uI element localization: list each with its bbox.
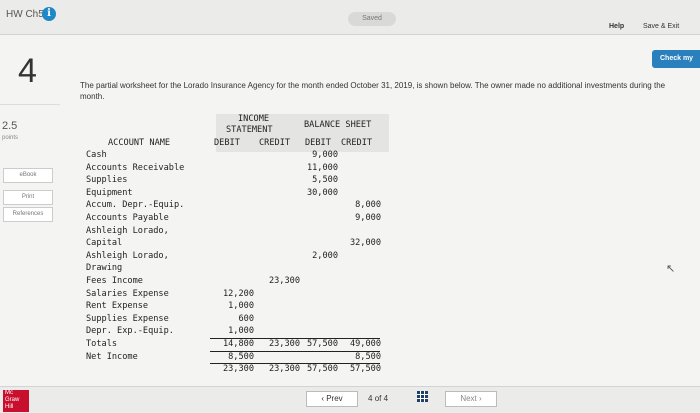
bs-debit-cell: 11,000 bbox=[306, 162, 338, 173]
account-name-cell: Totals bbox=[86, 339, 118, 349]
mcgraw-hill-logo: Mc Graw Hill bbox=[3, 390, 29, 412]
bs-debit-cell: 2,000 bbox=[312, 250, 338, 261]
next-button[interactable]: Next › bbox=[445, 391, 497, 407]
bs-credit-cell: 8,000 bbox=[355, 200, 381, 211]
account-name-cell: Accounts Receivable bbox=[86, 162, 185, 173]
header-bs-debit: DEBIT bbox=[305, 138, 331, 148]
sidebar-divider bbox=[0, 104, 60, 105]
help-link[interactable]: Help bbox=[609, 23, 624, 30]
is-debit-cell: 14,800 bbox=[222, 339, 254, 349]
page-current: 4 bbox=[368, 394, 373, 403]
header-statement: STATEMENT bbox=[226, 125, 273, 135]
cursor-icon: ↖ bbox=[666, 263, 676, 275]
account-name-cell: Ashleigh Lorado, bbox=[86, 225, 169, 236]
account-name-cell: Supplies Expense bbox=[86, 313, 169, 324]
header-balance-sheet: BALANCE SHEET bbox=[304, 120, 372, 130]
header-income: INCOME bbox=[238, 114, 270, 124]
total-rule bbox=[210, 350, 380, 352]
saved-status-badge: Saved bbox=[348, 12, 396, 26]
is-credit-cell: 23,300 bbox=[268, 276, 300, 286]
bs-credit-cell: 32,000 bbox=[349, 238, 381, 249]
account-name-cell: Depr. Exp.-Equip. bbox=[86, 326, 174, 337]
account-name-cell: Equipment bbox=[86, 187, 133, 198]
info-icon[interactable]: i bbox=[42, 7, 56, 21]
logo-line: Hill bbox=[5, 404, 14, 410]
account-name-cell: Accum. Depr.-Equip. bbox=[86, 200, 185, 211]
bs-debit-cell: 5,500 bbox=[312, 175, 338, 186]
points-label: points bbox=[2, 135, 19, 141]
is-debit-cell: 1,000 bbox=[228, 301, 254, 312]
save-exit-link[interactable]: Save & Exit bbox=[643, 23, 679, 30]
references-button[interactable]: References bbox=[3, 207, 53, 222]
page-total: 4 bbox=[383, 394, 389, 403]
bs-debit-cell: 57,500 bbox=[306, 364, 338, 375]
print-button[interactable]: Print bbox=[3, 190, 53, 205]
question-prompt: The partial worksheet for the Lorado Ins… bbox=[80, 81, 666, 101]
top-bar: HW Ch5 i Saved Help Save & Exit bbox=[0, 0, 700, 35]
total-rule bbox=[210, 338, 380, 339]
is-debit-cell: 12,200 bbox=[222, 288, 254, 299]
logo-line: Graw bbox=[5, 397, 20, 403]
grid-icon[interactable] bbox=[417, 391, 428, 402]
bs-credit-cell: 57,500 bbox=[349, 364, 381, 375]
check-my-work-button[interactable]: Check my bbox=[652, 50, 700, 68]
is-debit-cell: 23,300 bbox=[222, 364, 254, 375]
is-debit-cell: 1,000 bbox=[228, 326, 254, 337]
account-name-cell: Fees Income bbox=[86, 276, 143, 286]
account-name-cell: Capital bbox=[86, 238, 123, 249]
bs-debit-cell: 57,500 bbox=[306, 339, 338, 349]
header-is-debit: DEBIT bbox=[214, 138, 240, 148]
page-indicator: 4 of 4 bbox=[368, 394, 388, 403]
header-bs-credit: CREDIT bbox=[341, 138, 373, 148]
assignment-title: HW Ch5 bbox=[6, 9, 44, 20]
points-value: 2.5 bbox=[2, 120, 18, 132]
bs-debit-cell: 30,000 bbox=[306, 187, 338, 198]
account-name-cell: Accounts Payable bbox=[86, 213, 169, 223]
bs-credit-cell: 9,000 bbox=[355, 213, 381, 223]
account-name-cell: Cash bbox=[86, 150, 107, 160]
account-name-cell: Drawing bbox=[86, 263, 123, 274]
bs-credit-cell: 8,500 bbox=[355, 351, 381, 362]
is-debit-cell: 8,500 bbox=[228, 351, 254, 362]
header-is-credit: CREDIT bbox=[259, 138, 291, 148]
chevron-right-icon: › bbox=[479, 394, 482, 403]
account-name-cell: Net Income bbox=[86, 351, 138, 362]
prev-label: Prev bbox=[326, 394, 343, 403]
logo-line: Mc bbox=[5, 390, 13, 396]
chevron-left-icon: ‹ bbox=[321, 394, 324, 403]
account-name-cell: Rent Expense bbox=[86, 301, 149, 312]
total-rule bbox=[210, 363, 380, 365]
question-number: 4 bbox=[18, 52, 37, 90]
header-account-name: ACCOUNT NAME bbox=[108, 138, 171, 148]
bs-credit-cell: 49,000 bbox=[349, 339, 381, 349]
account-name-cell: Ashleigh Lorado, bbox=[86, 250, 169, 261]
account-name-cell: Salaries Expense bbox=[86, 288, 169, 299]
prev-button[interactable]: ‹ Prev bbox=[306, 391, 358, 407]
next-label: Next bbox=[460, 394, 477, 403]
is-debit-cell: 600 bbox=[238, 313, 254, 324]
bs-debit-cell: 9,000 bbox=[312, 150, 338, 160]
page-of: of bbox=[374, 394, 382, 403]
ebook-button[interactable]: eBook bbox=[3, 168, 53, 183]
account-name-cell: Supplies bbox=[86, 175, 128, 186]
